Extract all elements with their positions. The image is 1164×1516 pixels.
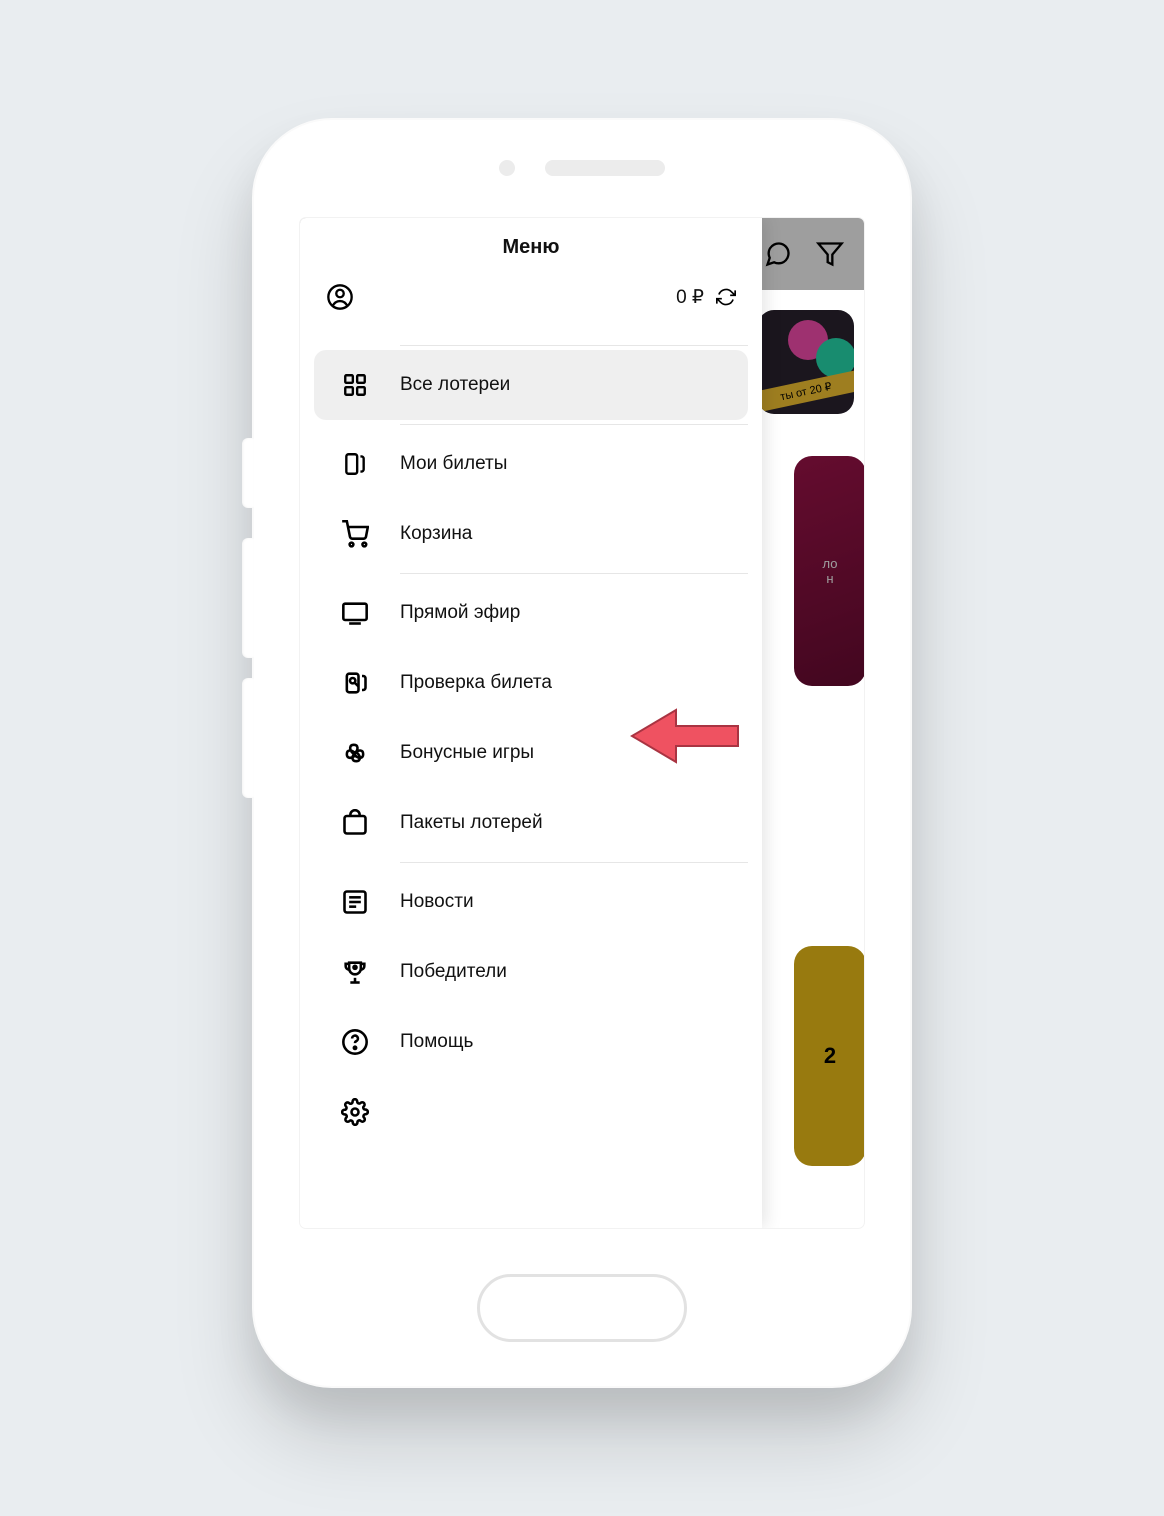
balance-value: 0 ₽ — [676, 286, 704, 309]
promo-card: ты от 20 ₽ — [758, 310, 854, 414]
menu-item-label: Корзина — [400, 523, 722, 545]
menu-item-winners[interactable]: Победители — [314, 937, 748, 1007]
phone-frame: ты от 20 ₽ ще ло н КАЖДЫЕ 5 МИНУТ! о 2 М… — [252, 118, 912, 1388]
grid-icon — [340, 370, 370, 400]
menu-item-cart[interactable]: Корзина — [314, 499, 748, 569]
lottery-card: ло н — [794, 456, 864, 686]
menu-item-label: Победители — [400, 961, 722, 983]
menu-item-label: Мои билеты — [400, 453, 722, 475]
news-icon — [340, 887, 370, 917]
menu-item-label: Новости — [400, 891, 722, 913]
profile-icon[interactable] — [326, 283, 354, 311]
menu-item-news[interactable]: Новости — [314, 867, 748, 937]
menu-item-packages[interactable]: Пакеты лотерей — [314, 788, 748, 858]
menu-item-label: Прямой эфир — [400, 602, 722, 624]
check-ticket-icon — [340, 668, 370, 698]
menu-title: Меню — [300, 218, 762, 269]
menu-item-label: Все лотереи — [400, 374, 722, 396]
filter-icon — [816, 240, 844, 268]
help-icon — [340, 1027, 370, 1057]
chat-icon — [764, 240, 792, 268]
phone-side-button — [242, 438, 254, 508]
clover-icon — [340, 738, 370, 768]
menu-item-check-ticket[interactable]: Проверка билета — [314, 648, 748, 718]
menu-item-bonus-games[interactable]: Бонусные игры — [314, 718, 748, 788]
cart-icon — [340, 519, 370, 549]
menu-item-label: Помощь — [400, 1031, 722, 1053]
menu-item-partial[interactable] — [314, 1077, 748, 1127]
phone-top — [252, 118, 912, 218]
menu-panel: Меню 0 ₽ Все лотереи — [300, 218, 762, 1228]
trophy-icon — [340, 957, 370, 987]
menu-item-all-lotteries[interactable]: Все лотереи — [314, 350, 748, 420]
menu-item-live[interactable]: Прямой эфир — [314, 578, 748, 648]
phone-side-button — [242, 678, 254, 798]
tv-icon — [340, 598, 370, 628]
promo-ribbon: ты от 20 ₽ — [758, 367, 854, 414]
bag-icon — [340, 808, 370, 838]
screen: ты от 20 ₽ ще ло н КАЖДЫЕ 5 МИНУТ! о 2 М… — [300, 218, 864, 1228]
menu-list: Все лотереи Мои билеты Корзина — [300, 341, 762, 1228]
tickets-icon — [340, 449, 370, 479]
menu-item-label: Пакеты лотерей — [400, 812, 722, 834]
gear-icon — [340, 1097, 370, 1127]
lottery-card: 2 — [794, 946, 864, 1166]
home-button[interactable] — [477, 1274, 687, 1342]
menu-item-label: Проверка билета — [400, 672, 722, 694]
menu-item-my-tickets[interactable]: Мои билеты — [314, 429, 748, 499]
menu-item-help[interactable]: Помощь — [314, 1007, 748, 1077]
phone-side-button — [242, 538, 254, 658]
refresh-icon[interactable] — [716, 287, 736, 307]
menu-item-label: Бонусные игры — [400, 742, 722, 764]
